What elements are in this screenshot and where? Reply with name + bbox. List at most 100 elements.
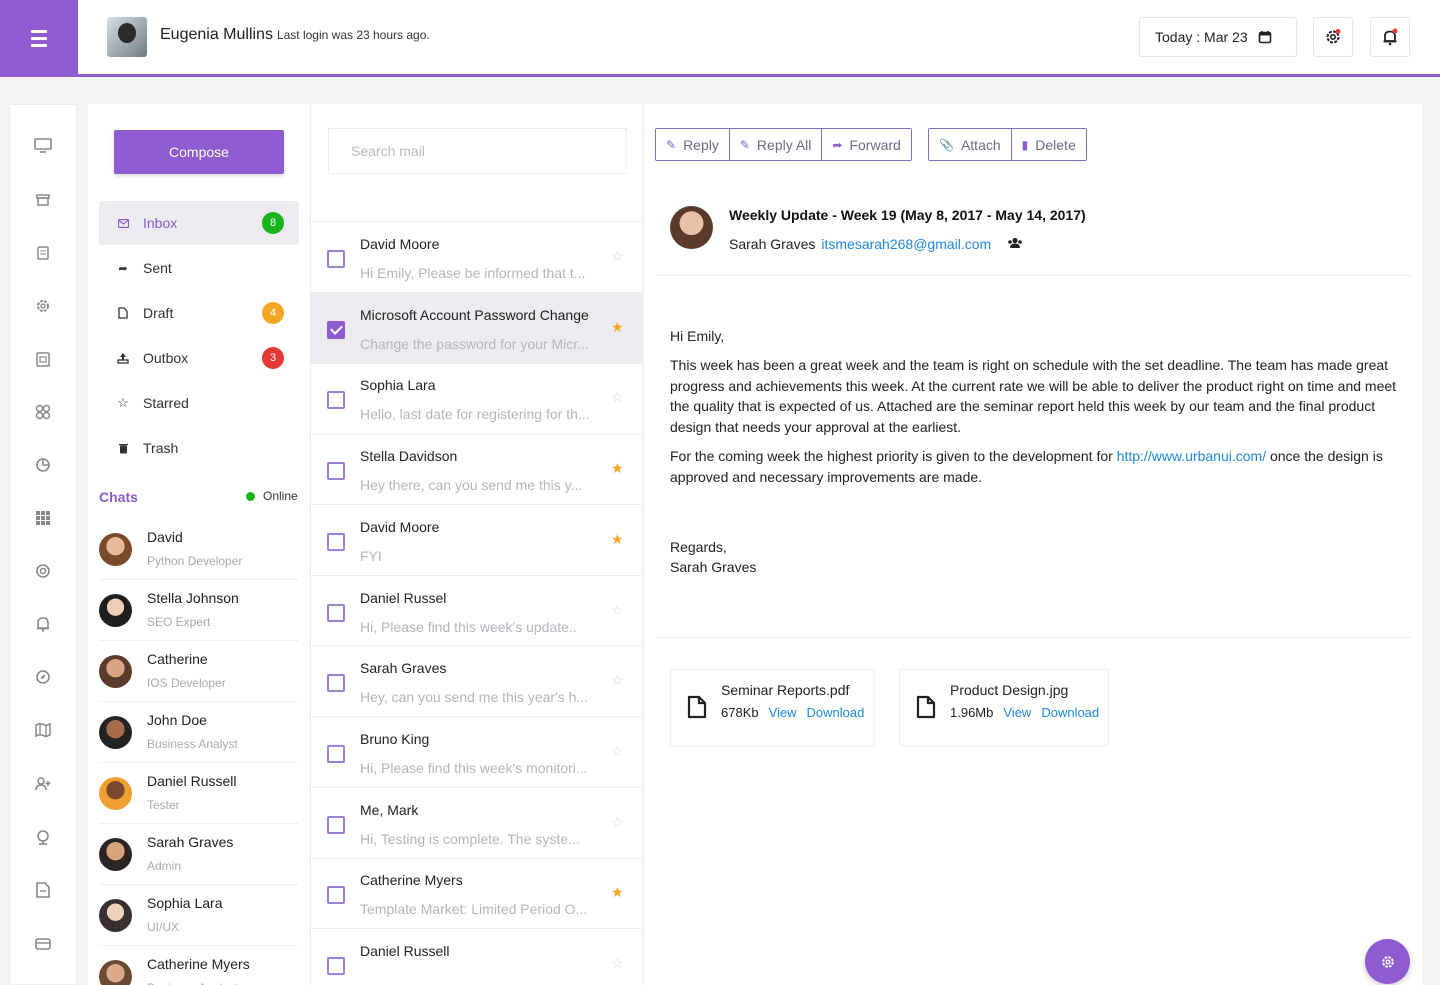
urbanui-link[interactable]: http://www.urbanui.com/ <box>1117 448 1266 464</box>
settings-fab-button[interactable] <box>1365 939 1410 984</box>
select-checkbox[interactable] <box>327 744 345 763</box>
document-icon[interactable] <box>34 244 52 262</box>
select-checkbox[interactable] <box>327 886 345 905</box>
folder-sent[interactable]: ➦ Sent <box>99 246 299 290</box>
select-checkbox[interactable] <box>327 957 345 975</box>
attach-button[interactable]: 📎 Attach <box>929 129 1012 160</box>
date-picker-button[interactable]: Today : Mar 23 <box>1139 17 1297 57</box>
menu-toggle-button[interactable] <box>0 0 78 77</box>
mail-list-item[interactable]: Bruno King Hi, Please find this week's mo… <box>311 717 642 788</box>
chat-contact[interactable]: David Python Developer <box>99 519 299 580</box>
mail-sender: Microsoft Account Password Change <box>360 306 589 323</box>
box-icon[interactable] <box>34 934 52 952</box>
file-icon <box>687 695 707 719</box>
star-icon[interactable]: ☆ <box>611 248 624 265</box>
forward-button[interactable]: ➦ Forward <box>822 129 911 160</box>
folder-label: Inbox <box>143 215 178 231</box>
chat-contact[interactable]: Catherine Myers Business Analyst <box>99 946 299 985</box>
attachment-size: 1.96Mb <box>950 705 994 720</box>
reply-all-button[interactable]: ✎ Reply All <box>729 129 823 160</box>
star-icon[interactable]: ☆ <box>611 743 624 760</box>
mail-list-item[interactable]: Sarah Graves Hey, can you send me this ye… <box>311 646 642 718</box>
chat-contact[interactable]: Catherine IOS Developer <box>99 641 299 702</box>
attachment-meta: 1.96Mb View Download <box>950 705 1099 720</box>
chat-contact[interactable]: Sophia Lara UI/UX <box>99 885 299 946</box>
download-link[interactable]: Download <box>1041 705 1099 720</box>
closing: Regards, <box>670 538 727 555</box>
folder-outbox[interactable]: Outbox 3 <box>99 336 299 380</box>
star-icon[interactable]: ★ <box>611 319 624 336</box>
mail-list-item[interactable]: Sophia Lara Hello, last date for register… <box>311 363 642 435</box>
select-checkbox[interactable] <box>327 391 345 410</box>
target-icon[interactable] <box>34 562 52 580</box>
mail-sender: Sophia Lara <box>360 377 436 394</box>
folder-trash[interactable]: Trash <box>99 426 299 470</box>
attachment-name: Seminar Reports.pdf <box>721 682 850 698</box>
calendar-icon <box>1258 31 1271 44</box>
star-icon[interactable]: ★ <box>611 531 624 548</box>
view-link[interactable]: View <box>1003 705 1031 720</box>
chat-contact[interactable]: Sarah Graves Admin <box>99 824 299 885</box>
star-icon[interactable]: ☆ <box>611 814 624 831</box>
globe-icon[interactable] <box>34 828 52 846</box>
select-checkbox[interactable] <box>327 250 345 268</box>
reply-button[interactable]: ✎ Reply <box>656 129 730 160</box>
notifications-button[interactable] <box>1370 17 1410 57</box>
folder-inbox[interactable]: Inbox 8 <box>99 201 299 245</box>
select-checkbox[interactable] <box>327 603 345 622</box>
mail-list-item[interactable]: Catherine Myers Template Market: Limited … <box>311 858 642 930</box>
delete-button[interactable]: ▮ Delete <box>1011 129 1086 160</box>
chat-contact[interactable]: John Doe Business Analyst <box>99 702 299 763</box>
calendar-icon[interactable] <box>34 350 52 368</box>
mail-list-item[interactable]: Microsoft Account Password Change Change … <box>311 292 642 364</box>
contact-name: David <box>147 529 183 545</box>
date-label: Today : Mar 23 <box>1155 29 1248 45</box>
mail-list-item[interactable]: Daniel Russel Hi, Please find this week's… <box>311 576 642 647</box>
star-icon[interactable]: ☆ <box>611 672 624 689</box>
archive-icon[interactable] <box>34 191 52 209</box>
signature: Sarah Graves <box>670 559 757 576</box>
view-link[interactable]: View <box>769 705 797 720</box>
avatar <box>99 838 132 871</box>
folder-starred[interactable]: ☆ Starred <box>99 381 299 425</box>
map-icon[interactable] <box>34 721 52 739</box>
mail-list-item[interactable]: Daniel Russell ☆ <box>311 929 642 985</box>
select-checkbox[interactable] <box>327 532 345 551</box>
sender-email-link[interactable]: itsmesarah268@gmail.com <box>821 236 991 252</box>
select-checkbox[interactable] <box>327 462 345 481</box>
settings-button[interactable] <box>1313 17 1353 57</box>
monitor-icon[interactable] <box>34 137 52 155</box>
apps-icon[interactable] <box>34 509 52 527</box>
star-icon[interactable]: ☆ <box>611 955 624 972</box>
mail-list-item[interactable]: Stella Davidson Hey there, can you send m… <box>311 434 642 506</box>
search-mail-input[interactable] <box>328 128 627 174</box>
user-name: Eugenia Mullins <box>160 26 273 43</box>
greeting: Hi Emily, <box>670 328 725 344</box>
user-avatar[interactable] <box>107 17 147 57</box>
star-icon[interactable]: ★ <box>611 460 624 477</box>
select-checkbox[interactable] <box>327 815 345 834</box>
bell-icon[interactable] <box>34 615 52 633</box>
folder-draft[interactable]: Draft 4 <box>99 291 299 335</box>
pie-chart-icon[interactable] <box>34 456 52 474</box>
settings-icon[interactable] <box>34 297 52 315</box>
avatar <box>99 594 132 627</box>
chat-contact[interactable]: Stella Johnson SEO Expert <box>99 580 299 641</box>
file-icon[interactable] <box>34 881 52 899</box>
star-icon[interactable]: ☆ <box>611 602 624 619</box>
mail-list-item[interactable]: David Moore Hi Emily, Please be informed … <box>311 222 642 293</box>
star-icon[interactable]: ★ <box>611 884 624 901</box>
download-link[interactable]: Download <box>807 705 865 720</box>
select-checkbox[interactable] <box>327 320 345 339</box>
mail-list-item[interactable]: David Moore FYI ★ <box>311 505 642 576</box>
select-checkbox[interactable] <box>327 674 345 693</box>
contacts-icon[interactable] <box>1007 236 1023 252</box>
chat-contact[interactable]: Daniel Russell Tester <box>99 763 299 824</box>
compass-icon[interactable] <box>34 668 52 686</box>
star-icon[interactable]: ☆ <box>611 389 624 406</box>
user-plus-icon[interactable] <box>34 775 52 793</box>
mail-list-item[interactable]: Me, Mark Hi, Testing is complete. The sys… <box>311 788 642 859</box>
grid-icon[interactable] <box>34 403 52 421</box>
attachment-meta: 678Kb View Download <box>721 705 864 720</box>
compose-button[interactable]: Compose <box>114 130 284 174</box>
